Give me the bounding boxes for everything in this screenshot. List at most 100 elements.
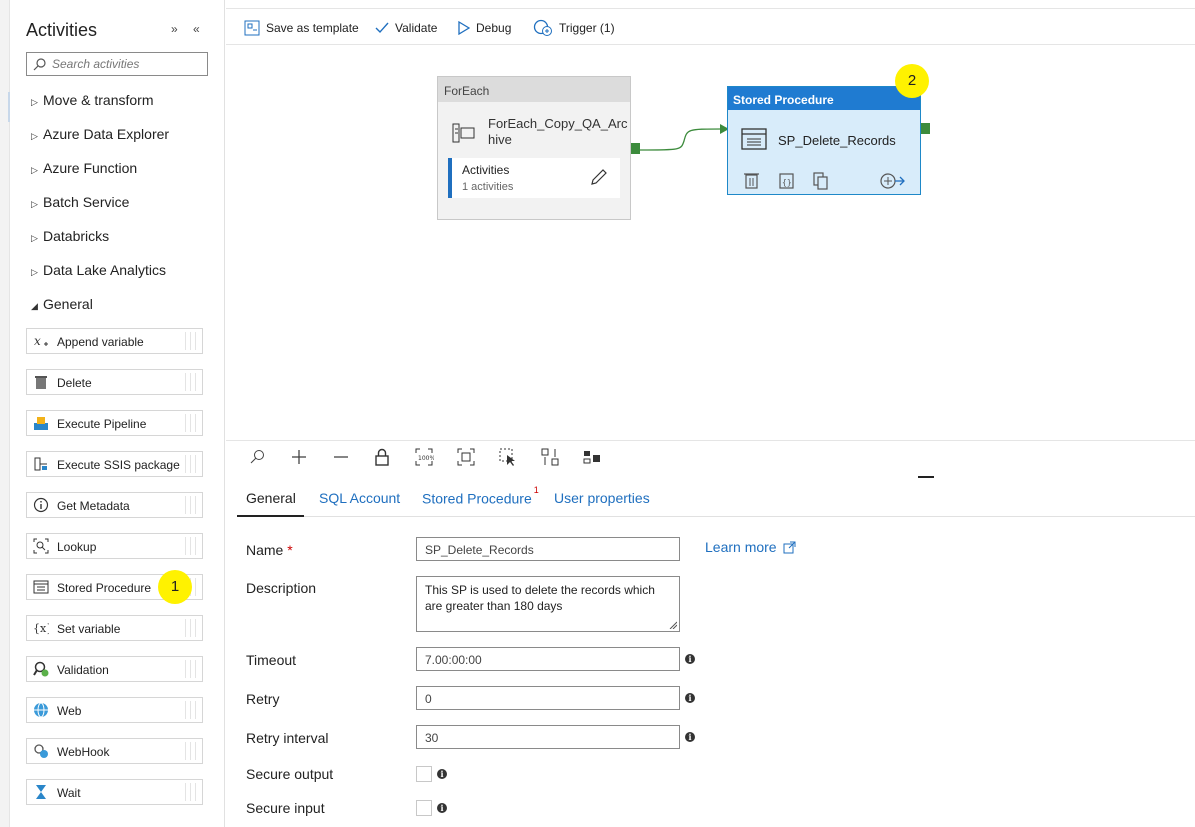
tab-user-properties[interactable]: User properties (554, 490, 650, 506)
tab-error-badge: 1 (533, 485, 539, 495)
drag-handle[interactable] (185, 701, 199, 719)
retry-interval-info-icon[interactable]: i (685, 732, 695, 742)
rail-selection-indicator (0, 92, 10, 122)
category-move-transform[interactable]: ▷ Move & transform (31, 92, 153, 108)
debug-button[interactable]: Debug (458, 18, 511, 38)
drag-handle[interactable] (185, 537, 199, 555)
category-general[interactable]: ◢ General (31, 296, 93, 312)
activity-validation[interactable]: Validation (26, 656, 203, 682)
activity-webhook[interactable]: WebHook (26, 738, 203, 764)
category-label: Databricks (43, 228, 110, 244)
name-label: Name * (246, 542, 293, 558)
pencil-edit-icon[interactable] (590, 168, 608, 186)
add-output-icon (880, 173, 905, 189)
activity-execute-pipeline[interactable]: Execute Pipeline (26, 410, 203, 436)
activity-label: Get Metadata (57, 499, 130, 513)
code-view-icon: {} (779, 173, 794, 189)
drag-handle[interactable] (185, 496, 199, 514)
activity-lookup[interactable]: Lookup (26, 533, 203, 559)
left-rail (0, 0, 10, 827)
activity-web[interactable]: Web (26, 697, 203, 723)
search-canvas-icon[interactable] (248, 447, 268, 467)
execute-pipeline-icon (34, 417, 48, 430)
trigger-icon (533, 19, 552, 36)
layout-icon[interactable] (582, 447, 602, 467)
category-label: General (43, 296, 93, 312)
drag-handle[interactable] (185, 619, 199, 637)
play-icon (458, 21, 470, 35)
drag-handle[interactable] (185, 742, 199, 760)
external-link-icon (783, 541, 796, 553)
activity-wait[interactable]: Wait (26, 779, 203, 805)
category-batch-service[interactable]: ▷ Batch Service (31, 194, 129, 210)
pipeline-canvas[interactable]: ForEach ForEach_Copy_QA_Archive Activiti… (226, 46, 1195, 439)
activity-execute-ssis[interactable]: Execute SSIS package (26, 451, 203, 477)
retry-info-icon[interactable]: i (685, 693, 695, 703)
tab-label: SQL Account (319, 490, 401, 506)
timeout-input[interactable]: 7.00:00:00 (416, 647, 680, 671)
secure-input-info-icon[interactable]: i (437, 803, 447, 813)
activity-get-metadata[interactable]: Get Metadata (26, 492, 203, 518)
zoom-out-icon[interactable] (331, 447, 351, 467)
stored-procedure-activity-node[interactable]: Stored Procedure SP_Delete_Records {} (727, 86, 930, 195)
foreach-activity-node[interactable]: ForEach ForEach_Copy_QA_Archive Activiti… (437, 76, 640, 220)
secure-input-label: Secure input (246, 800, 325, 816)
webhook-icon (34, 744, 48, 758)
foreach-output-port[interactable] (631, 143, 640, 154)
zoom-in-icon[interactable] (289, 447, 309, 467)
activity-append-variable[interactable]: x Append variable (26, 328, 203, 354)
stored-procedure-output-port[interactable] (921, 123, 930, 134)
drag-handle[interactable] (185, 332, 199, 350)
svg-text:100%: 100% (418, 455, 434, 462)
retry-label: Retry (246, 691, 280, 707)
tab-stored-procedure[interactable]: Stored Procedure1 (422, 485, 539, 507)
drag-handle[interactable] (185, 455, 199, 473)
save-as-template-label: Save as template (266, 21, 359, 35)
trigger-button[interactable]: Trigger (1) (533, 18, 615, 38)
fit-to-screen-icon[interactable] (456, 447, 476, 467)
callout-marker-1: 1 (158, 570, 192, 604)
search-activities-input[interactable] (52, 55, 202, 73)
secure-input-checkbox[interactable] (416, 800, 432, 816)
timeout-info-icon[interactable]: i (685, 654, 695, 664)
category-azure-data-explorer[interactable]: ▷ Azure Data Explorer (31, 126, 169, 142)
secure-output-info-icon[interactable]: i (437, 769, 447, 779)
retry-interval-input[interactable]: 30 (416, 725, 680, 749)
select-pointer-icon[interactable] (498, 447, 518, 467)
activity-set-variable[interactable]: {x} Set variable (26, 615, 203, 641)
debug-label: Debug (476, 21, 512, 35)
secure-output-checkbox[interactable] (416, 766, 432, 782)
save-template-icon (244, 20, 260, 36)
zoom-100-icon[interactable]: 100% (414, 447, 434, 467)
search-activities-box[interactable] (26, 52, 208, 76)
activity-label: Web (57, 704, 82, 718)
category-azure-function[interactable]: ▷ Azure Function (31, 160, 137, 176)
retry-input[interactable]: 0 (416, 686, 680, 710)
drag-handle[interactable] (185, 660, 199, 678)
tab-sql-account[interactable]: SQL Account (319, 490, 400, 506)
auto-align-icon[interactable] (540, 447, 560, 467)
drag-handle[interactable] (185, 414, 199, 432)
save-as-template-button[interactable]: Save as template (244, 18, 359, 38)
description-textarea[interactable]: This SP is used to delete the records wh… (416, 576, 680, 632)
tab-general[interactable]: General (237, 490, 304, 517)
drag-handle[interactable] (185, 783, 199, 801)
activity-delete[interactable]: Delete (26, 369, 203, 395)
svg-text:x: x (34, 334, 41, 348)
hourglass-icon (36, 785, 46, 799)
resize-grip-icon[interactable] (669, 621, 677, 629)
lock-icon[interactable] (372, 447, 392, 467)
category-data-lake-analytics[interactable]: ▷ Data Lake Analytics (31, 262, 166, 278)
drag-handle[interactable] (185, 373, 199, 391)
category-databricks[interactable]: ▷ Databricks (31, 228, 109, 244)
stored-procedure-icon (741, 128, 767, 150)
learn-more-link[interactable]: Learn more (705, 539, 796, 555)
activity-label: WebHook (57, 745, 110, 759)
validate-button[interactable]: Validate (375, 18, 437, 38)
svg-text:{x}: {x} (33, 622, 49, 635)
tab-label: General (246, 490, 296, 506)
foreach-inner-activities[interactable]: Activities 1 activities (448, 158, 620, 198)
chevron-right-icon: ▷ (31, 233, 38, 243)
collapse-panel-icon[interactable]: » « (171, 22, 206, 36)
name-input[interactable]: SP_Delete_Records (416, 537, 680, 561)
